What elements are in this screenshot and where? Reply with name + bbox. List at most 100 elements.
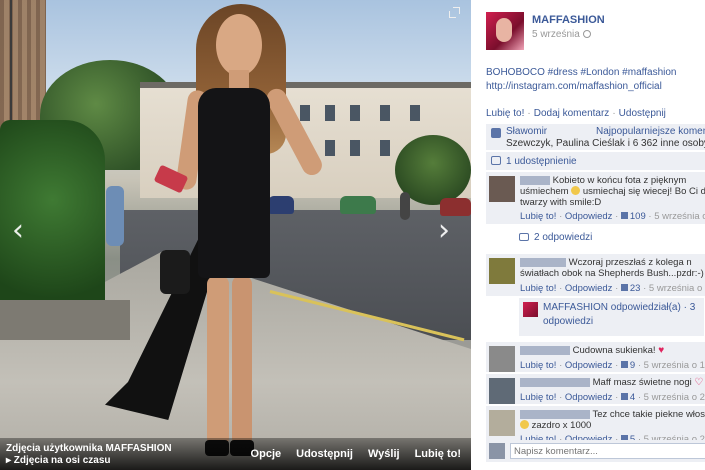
comment-text-line: światłach obok na Shepherds Bush...pzdr:… — [520, 268, 704, 279]
comment-item: Tez chce takie piekne włos zazdro x 1000… — [486, 406, 705, 445]
comment-like-count[interactable]: 4 — [630, 392, 635, 403]
post-date: 5 września — [532, 29, 591, 40]
page-reply-summary[interactable]: MAFFASHION odpowiedział(a) · 3 odpowiedz… — [519, 298, 704, 336]
caption-link[interactable]: http://instagram.com/maffashion_official — [486, 80, 701, 94]
current-user-avatar — [489, 443, 505, 459]
commenter-name-redacted[interactable] — [520, 345, 570, 355]
smile-emoji-icon — [571, 186, 581, 195]
car — [268, 196, 294, 214]
previous-photo-arrow-icon[interactable]: ‹ — [12, 216, 24, 246]
reply-arrow-icon — [519, 233, 529, 241]
comment-text: Wczoraj przeszłaś z kolega n światłach o… — [520, 257, 705, 279]
comment-timestamp[interactable]: 5 września o 20:0 — [644, 392, 705, 403]
comment-timestamp[interactable]: 5 września o 20:45 — [654, 211, 705, 222]
window — [300, 105, 310, 121]
post-like-link[interactable]: Lubię to! — [486, 108, 524, 119]
commenter-name-redacted[interactable] — [520, 257, 566, 267]
comment-meta: Lubię to! · Odpowiedz · 109 · 5 września… — [520, 211, 705, 222]
commenter-avatar[interactable] — [489, 258, 515, 284]
comment-reply-link[interactable]: Odpowiedz — [565, 211, 613, 222]
commenter-avatar[interactable] — [489, 378, 515, 404]
send-button[interactable]: Wyślij — [368, 448, 400, 460]
window — [380, 140, 390, 156]
window — [325, 105, 335, 121]
comment-meta: Lubię to! · Odpowiedz · 9 · 5 września o… — [520, 360, 705, 371]
planter — [0, 300, 130, 340]
caption-hashtags[interactable]: BOHOBOCO #dress #London #maffashion — [486, 66, 701, 80]
like-count-icon — [620, 393, 628, 400]
window — [380, 105, 390, 121]
comment-text: Cudowna sukienka! ♥ — [520, 345, 705, 356]
comment-timestamp[interactable]: 5 września o 19:5 — [644, 360, 705, 371]
comment-text-line: Tez chce takie piekne włos — [592, 409, 705, 420]
like-count-icon — [620, 361, 628, 368]
commenter-name-redacted[interactable] — [520, 377, 590, 387]
album-owner-link[interactable]: Zdjęcia użytkownika MAFFASHION — [6, 443, 172, 455]
comment-like-link[interactable]: Lubię to! — [520, 283, 556, 294]
comment-item: Wczoraj przeszłaś z kolega n światłach o… — [486, 254, 705, 296]
comment-input[interactable] — [510, 443, 705, 459]
album-info: Zdjęcia użytkownika MAFFASHION ▸ Zdjęcia… — [6, 443, 172, 467]
comment-item: Kobieto w końcu fota z pięknym uśmiechem… — [486, 172, 705, 224]
photo-actions: Opcje Udostępnij Wyślij Lubię to! — [251, 448, 461, 460]
next-photo-arrow-icon[interactable]: › — [438, 216, 450, 246]
fullscreen-icon[interactable] — [449, 7, 460, 18]
post-share-link[interactable]: Udostępnij — [619, 108, 666, 119]
comment-like-link[interactable]: Lubię to! — [520, 360, 556, 371]
photo-viewer[interactable]: ‹ › Zdjęcia użytkownika MAFFASHION ▸ Zdj… — [0, 0, 471, 470]
page-reply-line[interactable]: odpowiedzi — [543, 315, 703, 329]
post-actions: Lubię to! · Dodaj komentarz · Udostępnij — [486, 108, 666, 119]
liker-link[interactable]: Sławomir — [506, 126, 547, 137]
pedestrian — [400, 192, 410, 220]
thumbs-up-icon — [491, 128, 501, 138]
model-face — [216, 14, 262, 76]
like-button[interactable]: Lubię to! — [415, 448, 461, 460]
comment-like-link[interactable]: Lubię to! — [520, 211, 556, 222]
replies-toggle[interactable]: 2 odpowiedzi — [519, 232, 592, 243]
comment-like-count[interactable]: 9 — [630, 360, 635, 371]
commenter-name-redacted[interactable] — [520, 409, 590, 419]
share-icon — [491, 156, 501, 165]
commenter-avatar[interactable] — [489, 410, 515, 436]
page-mini-avatar — [523, 302, 538, 317]
replies-count[interactable]: 2 odpowiedzi — [534, 232, 592, 243]
window — [410, 105, 420, 121]
comment-text: Tez chce takie piekne włos zazdro x 1000 — [520, 409, 705, 431]
comment-like-count[interactable]: 109 — [630, 211, 646, 222]
album-timeline-link[interactable]: ▸ Zdjęcia na osi czasu — [6, 455, 172, 467]
comment-reply-link[interactable]: Odpowiedz — [565, 360, 613, 371]
comment-meta: Lubię to! · Odpowiedz · 4 · 5 września o… — [520, 392, 705, 403]
window — [350, 140, 360, 156]
options-button[interactable]: Opcje — [251, 448, 282, 460]
smile-emoji-icon — [520, 420, 529, 429]
heart-emoji-icon: ♡ — [694, 377, 704, 388]
comment-timestamp[interactable]: 5 września o 20:11 — [649, 283, 705, 294]
comment-reply-link[interactable]: Odpowiedz — [565, 392, 613, 403]
page-reply-text: MAFFASHION odpowiedział(a) · 3 odpowiedz… — [543, 301, 703, 329]
post-comment-link[interactable]: Dodaj komentarz — [534, 108, 610, 119]
commenter-avatar[interactable] — [489, 346, 515, 372]
comment-text-line: twarzy with smile:D — [520, 197, 602, 208]
car — [340, 196, 376, 214]
commenter-name-redacted[interactable] — [520, 175, 550, 185]
page-avatar[interactable] — [486, 12, 524, 50]
share-button[interactable]: Udostępnij — [296, 448, 353, 460]
comment-reply-link[interactable]: Odpowiedz — [565, 283, 613, 294]
model-leg-left — [207, 276, 229, 446]
pedestrian — [106, 186, 124, 246]
likes-line2[interactable]: Szewczyk, Paulina Cieślak i 6 362 inne o… — [506, 138, 705, 150]
comment-text-line: zazdro x 1000 — [531, 420, 592, 431]
shares-summary: 1 udostępnienie — [486, 152, 705, 170]
shares-count-link[interactable]: 1 udostępnienie — [506, 156, 577, 167]
comment-text: Maff masz świetne nogi ♡ — [520, 377, 705, 388]
page-reply-line[interactable]: MAFFASHION odpowiedział(a) · 3 — [543, 301, 703, 315]
post-date-link[interactable]: 5 września — [532, 29, 580, 40]
comment-like-count[interactable]: 23 — [630, 283, 641, 294]
commenter-avatar[interactable] — [489, 176, 515, 202]
comment-sort-link[interactable]: Najpopularniejsze komentarze — [596, 126, 705, 137]
comment-text-line: Kobieto w końcu fota z pięknym — [552, 175, 687, 186]
comment-item: Maff masz świetne nogi ♡ Lubię to! · Odp… — [486, 374, 705, 404]
comment-like-link[interactable]: Lubię to! — [520, 392, 556, 403]
page-name-link[interactable]: MAFFASHION — [532, 14, 605, 26]
comment-item: Cudowna sukienka! ♥ Lubię to! · Odpowied… — [486, 342, 705, 372]
